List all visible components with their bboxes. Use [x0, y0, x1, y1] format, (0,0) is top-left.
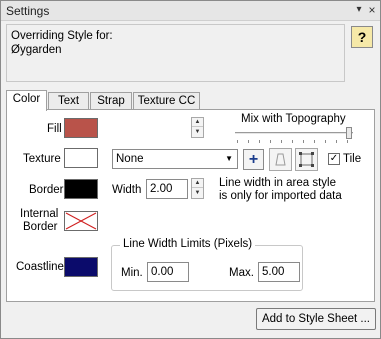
slider-tick: [325, 140, 326, 143]
spin-down-icon[interactable]: ▼: [192, 128, 203, 137]
fill-color-swatch[interactable]: [64, 118, 98, 138]
title-bar[interactable]: Settings ▾ ×: [1, 1, 380, 21]
slider-tick: [336, 140, 337, 143]
internal-border-label-line1: Internal: [20, 208, 59, 220]
slider-tick: [248, 140, 249, 143]
spin-down-icon[interactable]: ▼: [192, 189, 203, 198]
texture-dropdown-value: None: [116, 153, 144, 165]
internal-border-color-swatch[interactable]: [64, 211, 98, 231]
spin-up-icon[interactable]: ▲: [192, 179, 203, 188]
fit-frame-icon: [299, 152, 314, 167]
trapezoid-icon: [275, 153, 286, 166]
border-color-swatch[interactable]: [64, 179, 98, 199]
texture-dropdown[interactable]: None ▼: [112, 149, 238, 169]
tab-strap[interactable]: Strap: [90, 92, 132, 110]
slider-tick: [237, 140, 238, 143]
help-button[interactable]: ?: [351, 26, 373, 48]
spin-up-icon[interactable]: ▲: [192, 118, 203, 127]
color-tab-panel: Fill ▲ ▼ Mix with Topography Texture Non…: [6, 109, 375, 302]
tab-color[interactable]: Color: [6, 90, 47, 111]
override-target-name: Øygarden: [11, 44, 62, 56]
settings-window: Settings ▾ × Overriding Style for: Øygar…: [0, 0, 381, 339]
override-label: Overriding Style for:: [11, 30, 113, 42]
slider-tick: [259, 140, 260, 143]
min-width-input[interactable]: 0.00: [147, 262, 189, 282]
texture-fit-button[interactable]: [295, 148, 318, 171]
window-title: Settings: [6, 4, 50, 18]
line-width-limits-group: Line Width Limits (Pixels) Min. 0.00 Max…: [111, 238, 303, 291]
chevron-down-icon: ▼: [225, 154, 233, 163]
border-note-line1: Line width in area style: [219, 177, 336, 189]
pin-icon[interactable]: ▾: [353, 4, 365, 16]
no-color-cross-icon: [65, 212, 97, 230]
tab-text[interactable]: Text: [48, 92, 89, 110]
tab-texture-cc[interactable]: Texture CC: [133, 92, 200, 110]
border-label: Border: [29, 184, 64, 196]
max-label: Max.: [229, 267, 254, 279]
slider-tick: [292, 140, 293, 143]
fill-label: Fill: [47, 123, 62, 135]
border-width-spinner[interactable]: ▲ ▼: [191, 178, 204, 199]
mix-topography-label: Mix with Topography: [241, 113, 346, 125]
fill-spinner[interactable]: ▲ ▼: [191, 117, 204, 138]
help-icon: ?: [357, 29, 367, 45]
slider-tick: [347, 140, 348, 143]
coastline-label: Coastline: [16, 261, 64, 273]
add-to-style-sheet-button[interactable]: Add to Style Sheet ...: [256, 308, 376, 330]
slider-tick: [314, 140, 315, 143]
close-icon[interactable]: ×: [366, 4, 378, 16]
slider-tick: [303, 140, 304, 143]
border-width-input[interactable]: 2.00: [146, 179, 188, 199]
slider-tick: [270, 140, 271, 143]
coastline-color-swatch[interactable]: [64, 257, 98, 277]
slider-tick: [281, 140, 282, 143]
border-note-line2: is only for imported data: [219, 190, 342, 202]
texture-shape-button[interactable]: [269, 148, 292, 171]
override-info-box: Overriding Style for: Øygarden: [6, 24, 345, 82]
tile-checkbox[interactable]: ✓: [328, 153, 340, 165]
texture-label: Texture: [23, 153, 61, 165]
tile-label: Tile: [343, 153, 362, 165]
line-width-limits-legend: Line Width Limits (Pixels): [120, 238, 256, 250]
checkmark-icon: ✓: [329, 153, 339, 164]
width-label: Width: [112, 184, 142, 196]
add-texture-button[interactable]: +: [243, 149, 264, 170]
min-label: Min.: [121, 267, 143, 279]
mix-topography-slider-thumb[interactable]: [346, 127, 352, 139]
internal-border-label-line2: Border: [23, 221, 58, 233]
max-width-input[interactable]: 5.00: [258, 262, 300, 282]
mix-topography-slider[interactable]: [235, 132, 353, 135]
texture-swatch[interactable]: [64, 148, 98, 168]
plus-icon: +: [248, 151, 259, 168]
